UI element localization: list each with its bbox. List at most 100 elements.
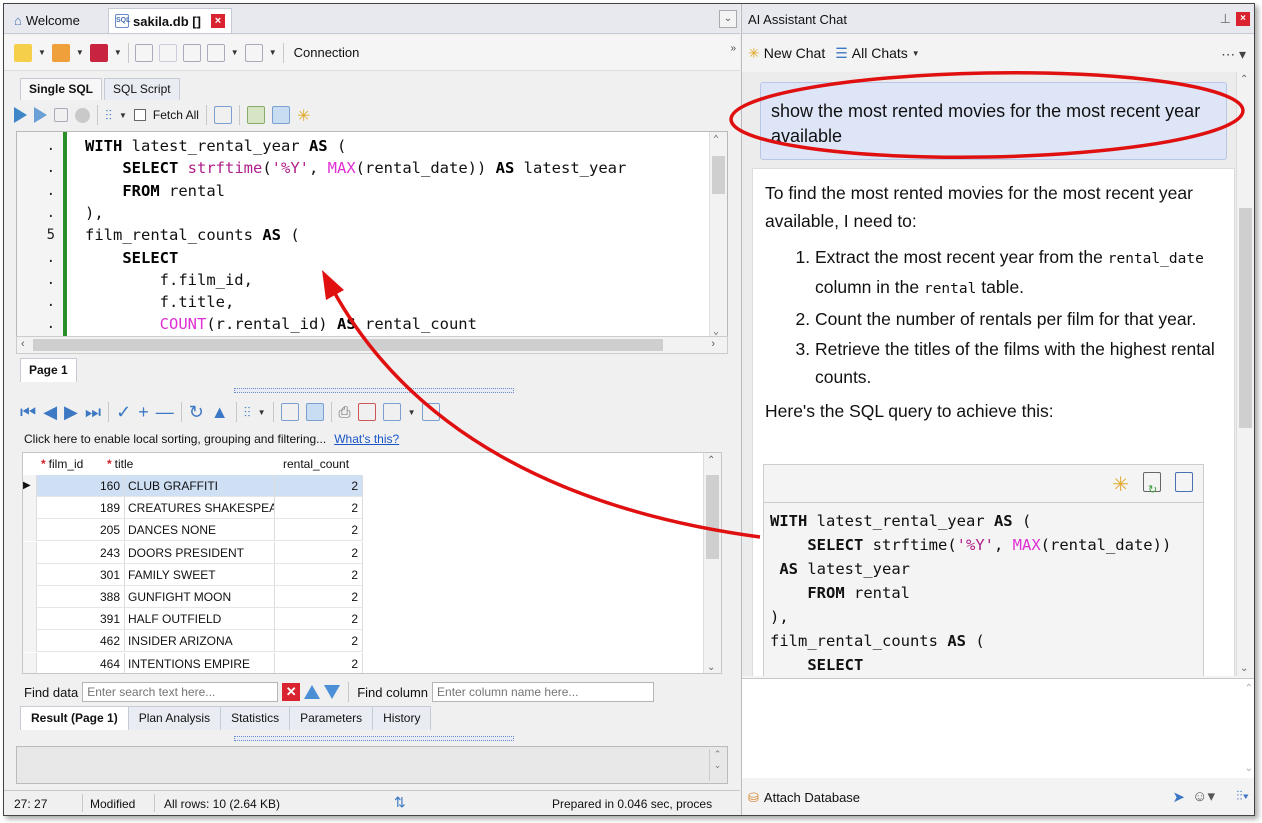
save-icon[interactable] [89, 43, 108, 62]
tab-single-sql[interactable]: Single SQL [20, 78, 103, 100]
table-row[interactable]: 388 GUNFIGHT MOON 2 [23, 586, 705, 608]
code-line[interactable]: 5 film_rental_counts AS ( [17, 224, 707, 246]
row-indicator[interactable] [23, 519, 37, 542]
row-indicator[interactable] [23, 608, 37, 631]
find-previous-icon[interactable] [304, 685, 321, 699]
splitter-handle[interactable] [234, 388, 514, 393]
table-row[interactable]: ▶ 160 CLUB GRAFFITI 2 [23, 475, 705, 497]
code-line[interactable]: . FROM rental [17, 180, 707, 202]
code-line[interactable]: . f.film_id, [17, 269, 707, 291]
column-header-film-id[interactable]: * film_id [41, 457, 83, 471]
format-icon[interactable] [182, 43, 201, 62]
post-icon[interactable]: ✓ [116, 402, 131, 423]
tab-welcome[interactable]: ⌂ Welcome [8, 8, 86, 33]
replace-icon[interactable]: ↻ [1143, 472, 1161, 496]
clear-search-icon[interactable]: ✕ [282, 683, 301, 701]
cell-film-id[interactable]: 388 [37, 586, 125, 608]
chat-vertical-scrollbar[interactable]: ⌃ ⌄ [1236, 72, 1254, 676]
edit-grid-icon[interactable] [280, 403, 299, 421]
grid-vertical-scrollbar[interactable]: ⌃ ⌄ [703, 453, 721, 673]
tab-sakila[interactable]: SQL sakila.db [] × [108, 8, 232, 33]
row-indicator[interactable] [23, 652, 37, 673]
row-indicator[interactable] [23, 630, 37, 653]
print-icon[interactable]: ⎙ [339, 404, 351, 421]
all-chats-button[interactable]: All Chats [852, 45, 908, 61]
editor-vertical-scrollbar[interactable]: ⌃ ⌄ [709, 132, 727, 337]
code-line[interactable]: . SELECT [17, 247, 707, 269]
splitter-handle-2[interactable] [234, 736, 514, 741]
table-row[interactable]: 301 FAMILY SWEET 2 [23, 563, 705, 586]
delete-icon[interactable]: — [156, 402, 174, 423]
row-indicator[interactable] [23, 497, 37, 520]
column-header-rental-count[interactable]: rental_count [283, 457, 349, 471]
copy-icon[interactable] [134, 43, 153, 62]
whats-this-link[interactable]: What's this? [334, 432, 399, 446]
cell-film-id[interactable]: 462 [37, 630, 125, 653]
find-column-input[interactable] [432, 682, 655, 702]
table-row[interactable]: 464 INTENTIONS EMPIRE 2 [23, 652, 705, 673]
code-line[interactable]: . f.title, [17, 291, 707, 313]
attach-database-button[interactable]: Attach Database [764, 790, 860, 805]
cell-title[interactable]: INSIDER ARIZONA [125, 630, 275, 653]
up-icon[interactable]: ▲ [211, 402, 229, 423]
options-icon[interactable] [244, 43, 263, 62]
cell-rental-count[interactable]: 2 [275, 586, 363, 608]
cell-film-id[interactable]: 189 [37, 497, 125, 520]
cell-rental-count[interactable]: 2 [275, 608, 363, 631]
code-line[interactable]: . COUNT(r.rental_id) AS rental_count [17, 313, 707, 335]
database-icon[interactable]: ⛁ [748, 790, 759, 806]
table-row[interactable]: 243 DOORS PRESIDENT 2 [23, 541, 705, 564]
sort-arrows-icon[interactable]: ⇅ [394, 794, 406, 811]
cell-film-id[interactable]: 464 [37, 652, 125, 673]
open-in-editor-icon[interactable]: ✳ [1112, 471, 1129, 499]
cell-title[interactable]: INTENTIONS EMPIRE [125, 652, 275, 673]
chat-scroll-thumb[interactable] [1239, 208, 1252, 428]
export-icon[interactable] [206, 43, 225, 62]
close-tab-icon[interactable]: × [210, 14, 225, 28]
editor-hscroll-thumb[interactable] [33, 339, 663, 351]
prior-record-icon[interactable]: ◀ [43, 402, 57, 423]
first-record-icon[interactable]: ⏮ [20, 402, 36, 423]
cell-title[interactable]: DOORS PRESIDENT [125, 541, 275, 564]
tab-page-1[interactable]: Page 1 [20, 358, 77, 382]
table-icon[interactable] [271, 106, 290, 124]
new-chat-button[interactable]: New Chat [764, 45, 825, 61]
table-row[interactable]: 189CREATURES SHAKESPEARE2 [23, 497, 705, 520]
cell-title[interactable]: DANCES NONE [125, 519, 275, 542]
chevron-down-icon[interactable]: ▼ [912, 49, 920, 58]
row-indicator[interactable]: ▶ [23, 475, 37, 497]
cell-film-id[interactable]: 243 [37, 541, 125, 564]
tab-history[interactable]: History [372, 706, 432, 730]
tabs-dropdown-button[interactable]: ⌄ [719, 10, 737, 28]
last-record-icon[interactable]: ⏭ [85, 402, 101, 423]
new-chat-icon[interactable]: ✳ [748, 45, 760, 62]
code-line[interactable]: . SELECT strftime('%Y', MAX(rental_date)… [17, 157, 707, 179]
cell-film-id[interactable]: 160 [37, 475, 125, 497]
export-data-icon[interactable] [357, 403, 376, 421]
new-sql-icon[interactable] [14, 43, 32, 62]
copy-data-icon[interactable] [382, 403, 401, 421]
column-header-title[interactable]: * title [107, 457, 133, 471]
grid-icon[interactable] [246, 106, 265, 124]
pin-icon[interactable]: ⊥ [1220, 11, 1231, 27]
cell-title[interactable]: GUNFIGHT MOON [125, 586, 275, 608]
cell-film-id[interactable]: 391 [37, 608, 125, 631]
run-step-icon[interactable] [34, 107, 47, 123]
sql-editor[interactable]: . WITH latest_rental_year AS (. SELECT st… [16, 131, 728, 338]
editor-horizontal-scrollbar[interactable]: ‹ › [16, 336, 728, 354]
cell-rental-count[interactable]: 2 [275, 475, 363, 497]
next-record-icon[interactable]: ▶ [64, 402, 78, 423]
tab-result-page-1[interactable]: Result (Page 1) [20, 706, 129, 730]
row-indicator[interactable] [23, 541, 37, 564]
code-line[interactable]: . WITH latest_rental_year AS ( [17, 135, 707, 157]
stop-icon[interactable] [75, 107, 90, 123]
filter-hint-text[interactable]: Click here to enable local sorting, grou… [24, 432, 326, 446]
find-data-input[interactable] [82, 682, 279, 702]
chat-input[interactable]: ⌃ ⌄ [742, 678, 1254, 778]
find-next-icon[interactable] [324, 685, 341, 699]
cell-film-id[interactable]: 205 [37, 519, 125, 542]
grid-scroll-thumb[interactable] [706, 475, 719, 559]
columns-sliders-icon[interactable]: ⫶⫶ [244, 404, 251, 421]
cell-title[interactable]: FAMILY SWEET [125, 563, 275, 586]
cell-title[interactable]: HALF OUTFIELD [125, 608, 275, 631]
